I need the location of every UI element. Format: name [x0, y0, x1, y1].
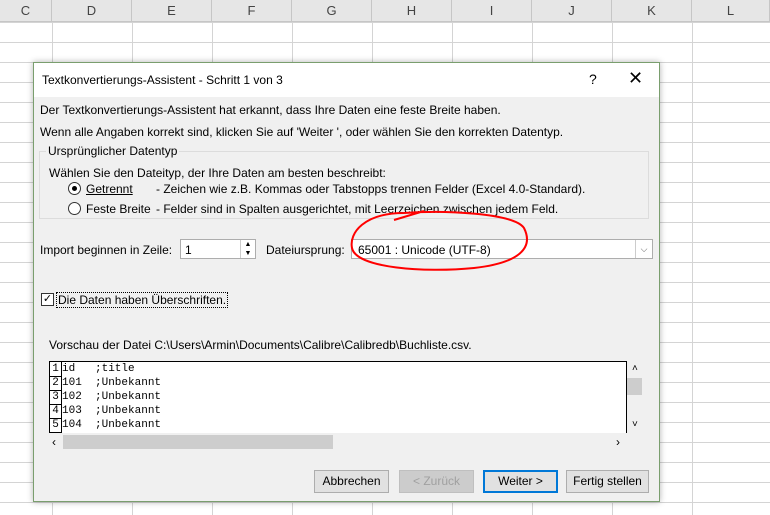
scroll-thumb[interactable] — [63, 435, 333, 449]
group-label: Ursprünglicher Datentyp — [46, 144, 180, 158]
column-header[interactable]: L — [692, 0, 770, 22]
option-description: - Zeichen wie z.B. Kommas oder Tabstopps… — [156, 182, 586, 196]
group-prompt: Wählen Sie den Dateityp, der Ihre Daten … — [49, 166, 386, 180]
row-text: id ;title — [62, 363, 135, 375]
column-header[interactable]: I — [452, 0, 532, 22]
title-bar: Textkonvertierungs-Assistent - Schritt 1… — [34, 63, 659, 97]
radio-label[interactable]: Getrennt — [86, 182, 133, 196]
headers-checkbox[interactable]: ✓ — [41, 293, 54, 306]
scroll-left-icon[interactable]: ‹ — [52, 435, 56, 449]
start-row-label: Import beginnen in Zeile: — [40, 243, 173, 257]
file-preview: 1 id ;title 2 101 ;Unbekannt 3 102 ;Unbekan… — [49, 361, 627, 433]
red-annotation-circle — [350, 210, 528, 271]
origin-label: Dateiursprung: — [266, 243, 345, 257]
help-button[interactable]: ? — [589, 71, 597, 87]
row-text: 102 ;Unbekannt — [62, 391, 162, 403]
scroll-up-icon[interactable]: ˄ — [632, 363, 638, 374]
cancel-button[interactable]: Abbrechen — [314, 470, 389, 493]
row-number: 1 — [50, 362, 62, 377]
column-header[interactable]: J — [532, 0, 612, 22]
row-number: 4 — [50, 404, 62, 419]
column-header[interactable]: K — [612, 0, 692, 22]
preview-row: 1 id ;title — [50, 362, 626, 377]
row-text: 104 ;Unbekannt — [62, 419, 162, 431]
text-import-wizard-dialog: Textkonvertierungs-Assistent - Schritt 1… — [33, 62, 660, 502]
preview-label: Vorschau der Datei C:\Users\Armin\Docume… — [49, 338, 472, 352]
column-header[interactable]: D — [52, 0, 132, 22]
preview-row: 2 101 ;Unbekannt — [50, 376, 626, 391]
start-row-value: 1 — [185, 243, 192, 257]
row-number: 3 — [50, 390, 62, 405]
column-header[interactable]: F — [212, 0, 292, 22]
intro-text-2: Wenn alle Angaben korrekt sind, klicken … — [40, 125, 564, 139]
chevron-down-icon[interactable]: ⌵ — [635, 240, 652, 258]
column-header[interactable]: E — [132, 0, 212, 22]
next-button[interactable]: Weiter > — [483, 470, 558, 493]
row-text: 101 ;Unbekannt — [62, 377, 162, 389]
scroll-thumb[interactable] — [627, 378, 642, 395]
vertical-scrollbar[interactable]: ˄ ˅ — [627, 361, 647, 433]
column-header[interactable]: C — [0, 0, 52, 22]
headers-checkbox-label[interactable]: Die Daten haben Überschriften. — [56, 292, 229, 308]
row-number: 2 — [50, 376, 62, 391]
back-button[interactable]: < Zurück — [399, 470, 474, 493]
close-button[interactable]: ✕ — [628, 68, 643, 89]
intro-text-1: Der Textkonvertierungs-Assistent hat erk… — [40, 103, 501, 117]
radio-label[interactable]: Feste Breite — [86, 202, 151, 216]
horizontal-scrollbar[interactable]: ‹ › — [49, 433, 627, 451]
spinner-arrows-icon[interactable]: ▲ ▼ — [240, 240, 255, 258]
radio-getrennt[interactable] — [68, 182, 81, 195]
column-header[interactable]: G — [292, 0, 372, 22]
column-header[interactable]: H — [372, 0, 452, 22]
preview-row: 3 102 ;Unbekannt — [50, 390, 626, 405]
scroll-right-icon[interactable]: › — [616, 435, 620, 449]
finish-button[interactable]: Fertig stellen — [566, 470, 649, 493]
row-number: 5 — [50, 418, 62, 433]
dialog-title: Textkonvertierungs-Assistent - Schritt 1… — [42, 73, 283, 87]
radio-feste-breite[interactable] — [68, 202, 81, 215]
scroll-down-icon[interactable]: ˅ — [632, 419, 638, 430]
row-text: 103 ;Unbekannt — [62, 405, 162, 417]
start-row-spinner[interactable]: 1 ▲ ▼ — [180, 239, 256, 259]
preview-row: 4 103 ;Unbekannt — [50, 404, 626, 419]
preview-row: 5 104 ;Unbekannt — [50, 418, 626, 433]
column-headers: C D E F G H I J K L — [0, 0, 770, 22]
